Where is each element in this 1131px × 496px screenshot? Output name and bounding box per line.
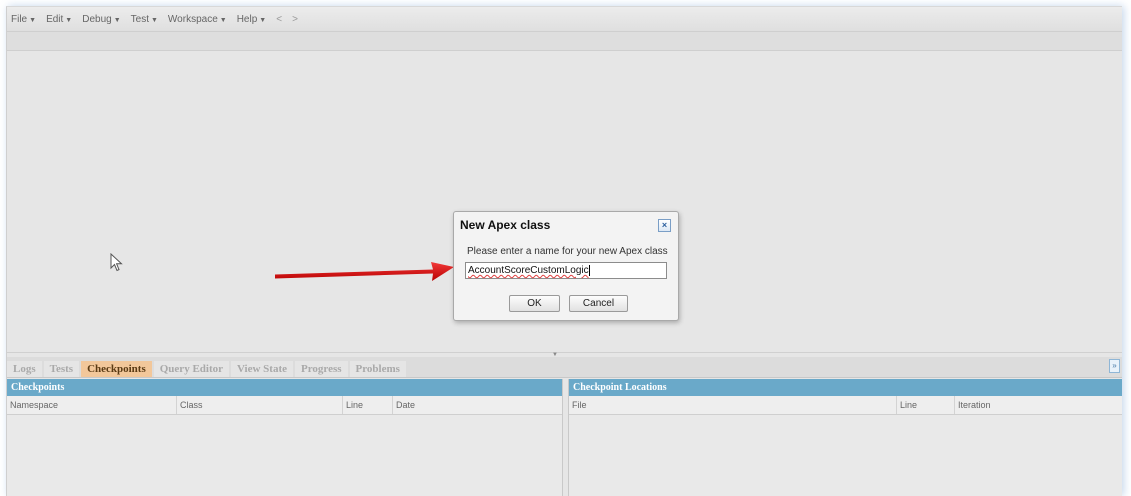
dialog-title: New Apex class: [460, 218, 551, 232]
menu-edit-label: Edit: [46, 13, 64, 25]
chevron-down-icon: ▼: [29, 16, 37, 24]
mouse-pointer-icon: [110, 253, 123, 272]
column-date[interactable]: Date: [393, 396, 562, 414]
red-arrow-annotation: [275, 262, 454, 281]
close-icon[interactable]: ×: [658, 219, 671, 232]
bottom-tab-bar: Logs Tests Checkpoints Query Editor View…: [7, 357, 1122, 378]
locations-table-header: File Line Iteration: [569, 396, 1122, 415]
forward-button[interactable]: >: [292, 14, 298, 25]
tab-checkpoints[interactable]: Checkpoints: [81, 361, 152, 377]
collapse-icon[interactable]: »: [1109, 359, 1120, 373]
chevron-down-icon: ▼: [259, 16, 267, 24]
menu-edit[interactable]: Edit ▼: [46, 14, 72, 25]
checkpoints-table-header: Namespace Class Line Date: [7, 396, 562, 415]
checkpoints-panel-title: Checkpoints: [7, 379, 562, 396]
checkpoint-locations-panel-title: Checkpoint Locations: [569, 379, 1122, 396]
class-name-input[interactable]: AccountScoreCustomLogic: [465, 262, 667, 279]
column-class[interactable]: Class: [177, 396, 343, 414]
checkpoint-locations-panel: Checkpoint Locations File Line Iteration: [568, 379, 1122, 496]
menu-help[interactable]: Help ▼: [237, 14, 267, 25]
menu-file-label: File: [11, 13, 28, 25]
tab-tests[interactable]: Tests: [43, 361, 80, 377]
column-file[interactable]: File: [569, 396, 897, 414]
column-line[interactable]: Line: [343, 396, 393, 414]
tab-logs[interactable]: Logs: [7, 361, 42, 377]
chevron-down-icon: ▼: [219, 16, 227, 24]
menu-workspace[interactable]: Workspace ▼: [168, 14, 227, 25]
chevron-down-icon: ▼: [65, 16, 73, 24]
menu-bar: File ▼ Edit ▼ Debug ▼ Test ▼ Workspace ▼ Help…: [7, 7, 1122, 32]
column-line[interactable]: Line: [897, 396, 955, 414]
dialog-prompt-label: Please enter a name for your new Apex cl…: [467, 246, 668, 257]
menu-file[interactable]: File ▼: [11, 14, 36, 25]
ide-window: File ▼ Edit ▼ Debug ▼ Test ▼ Workspace ▼ Help…: [6, 6, 1122, 496]
class-name-input-value: AccountScoreCustomLogic: [468, 265, 589, 276]
new-apex-class-dialog: New Apex class × Please enter a name for…: [453, 211, 679, 321]
editor-toolbar: [7, 32, 1122, 51]
menu-workspace-label: Workspace: [167, 13, 218, 25]
menu-test[interactable]: Test ▼: [131, 14, 158, 25]
chevron-down-icon: ▼: [150, 16, 158, 24]
menu-debug-label: Debug: [82, 13, 112, 25]
text-caret: [588, 264, 590, 276]
column-namespace[interactable]: Namespace: [7, 396, 177, 414]
menu-help-label: Help: [236, 13, 258, 25]
tab-problems[interactable]: Problems: [349, 361, 406, 377]
cancel-button[interactable]: Cancel: [569, 295, 628, 312]
back-button[interactable]: <: [276, 14, 282, 25]
ok-button[interactable]: OK: [509, 295, 560, 312]
tab-query-editor[interactable]: Query Editor: [153, 361, 229, 377]
column-iteration[interactable]: Iteration: [955, 396, 1122, 414]
checkpoints-panel: Checkpoints Namespace Class Line Date: [7, 379, 563, 496]
chevron-down-icon: ▼: [113, 16, 121, 24]
tab-view-state[interactable]: View State: [231, 361, 293, 377]
menu-debug[interactable]: Debug ▼: [82, 14, 120, 25]
menu-test-label: Test: [130, 13, 149, 25]
tab-progress[interactable]: Progress: [295, 361, 348, 377]
